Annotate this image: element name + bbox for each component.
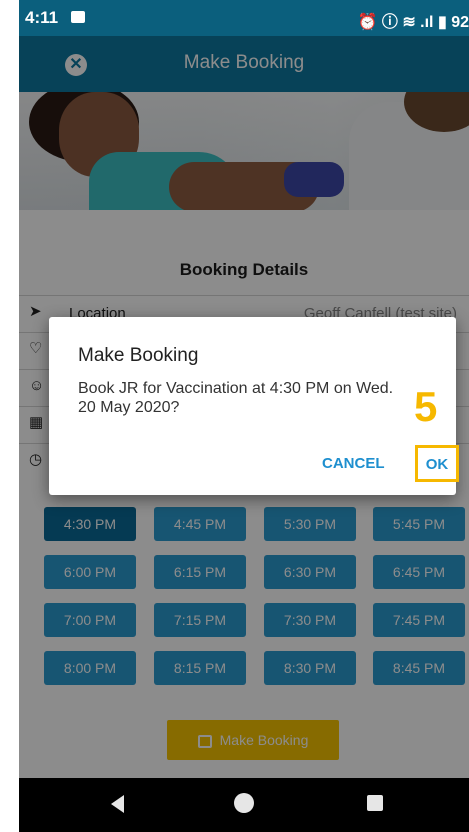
status-time: 4:11 bbox=[25, 8, 59, 27]
ok-highlight-box: OK bbox=[415, 445, 459, 482]
status-indicators: ⏰ ⓘ ≋ .ıl ▮ 92 bbox=[357, 14, 469, 31]
back-icon[interactable] bbox=[111, 795, 124, 813]
ok-button[interactable]: OK bbox=[418, 456, 456, 473]
confirm-dialog: Make Booking Book JR for Vaccination at … bbox=[49, 317, 459, 495]
dialog-title: Make Booking bbox=[78, 345, 199, 366]
status-bar: 4:11 ⏰ ⓘ ≋ .ıl ▮ 92 bbox=[19, 0, 469, 36]
android-nav-bar bbox=[19, 778, 469, 832]
image-notification-icon bbox=[71, 11, 85, 23]
step-number-annotation: 5 bbox=[414, 383, 438, 430]
home-icon[interactable] bbox=[234, 793, 254, 813]
phone-screen: 4:11 ⏰ ⓘ ≋ .ıl ▮ 92 ✕ Make Booking Booki… bbox=[19, 0, 469, 832]
cancel-button[interactable]: CANCEL bbox=[322, 455, 385, 472]
dialog-message: Book JR for Vaccination at 4:30 PM on We… bbox=[78, 380, 394, 416]
recent-apps-icon[interactable] bbox=[367, 795, 383, 811]
